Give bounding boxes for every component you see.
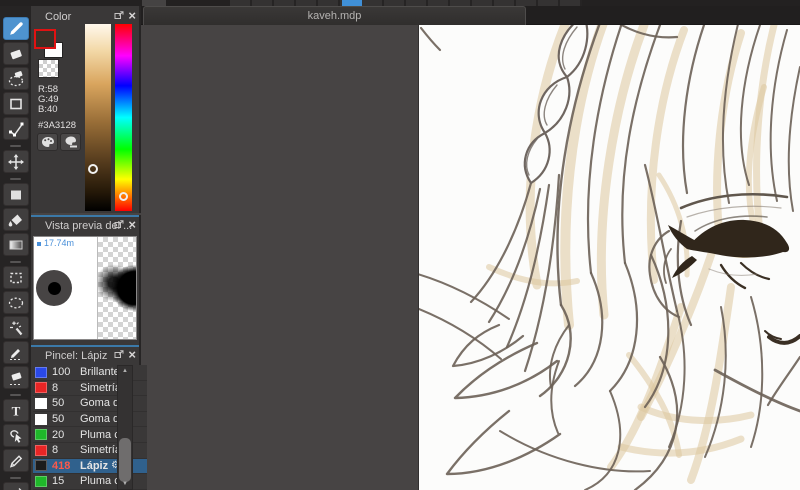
toolbar-separator (10, 394, 21, 396)
select-eraser-icon (10, 372, 22, 385)
brush-preview-area: 17.74m (33, 236, 137, 340)
artwork-sketch (419, 25, 800, 490)
close-icon[interactable]: × (128, 346, 136, 363)
brush-tip-preview: 17.74m (34, 237, 98, 339)
rgb-readout: R:58 G:49 B:40 (38, 85, 59, 115)
select-pen-icon (10, 348, 22, 360)
brush-panel-title: Pincel: Lápiz (45, 349, 108, 362)
popout-icon[interactable] (114, 11, 124, 20)
tool-rectangle-button[interactable] (3, 92, 29, 115)
tool-curve-button[interactable] (3, 117, 29, 140)
popout-icon[interactable] (114, 350, 124, 359)
close-icon[interactable]: × (128, 7, 136, 24)
brush-stroke-preview (98, 237, 136, 339)
hue-bar[interactable] (115, 24, 132, 211)
fill-rectangle-icon (11, 190, 21, 199)
tool-magic-wand-button[interactable] (3, 316, 29, 339)
palette-list-button[interactable] (60, 133, 81, 151)
brightness-indicator[interactable] (88, 164, 98, 174)
hue-indicator[interactable] (119, 192, 128, 201)
lasso-select-icon (8, 297, 24, 308)
hex-value: #3A3128 (38, 120, 77, 131)
brush-size-value: 17.74m (44, 238, 75, 248)
brush-color-swatch (35, 397, 47, 409)
tool-text-button[interactable]: T (3, 399, 29, 422)
tool-move-button[interactable] (3, 150, 29, 173)
tool-curve-pen-button[interactable] (3, 482, 29, 490)
svg-text:T: T (12, 403, 21, 418)
primary-color-swatch[interactable] (34, 29, 56, 49)
bucket-fill-icon (8, 214, 22, 226)
brush-color-swatch (35, 366, 47, 378)
brush-color-swatch (35, 460, 47, 472)
transparent-color-swatch[interactable] (38, 59, 59, 78)
lasso-eraser-icon (8, 70, 24, 86)
brush-preview-panel: Vista previa del ... × 17.74m (31, 215, 141, 345)
color-panel-title: Color (45, 10, 72, 23)
brush-color-swatch (35, 382, 47, 394)
toolbar-separator (10, 145, 21, 147)
brush-panel: Pincel: Lápiz × 100 Brillante 8 Simetría… (31, 345, 147, 490)
tool-gradient-button[interactable] (3, 233, 29, 256)
marquee-select-icon (10, 272, 22, 283)
brush-color-swatch (35, 444, 47, 456)
eraser-icon (10, 49, 22, 59)
gradient-icon (9, 240, 23, 249)
palette-list-icon (65, 136, 77, 148)
size-marker (37, 242, 41, 246)
toolbar-separator (10, 261, 21, 263)
tool-select-pen-button[interactable] (3, 341, 29, 364)
brush-tip-circle (36, 270, 72, 306)
document-tab-label: kaveh.mdp (307, 10, 362, 22)
text-icon: T (12, 403, 21, 418)
close-icon[interactable]: × (128, 216, 136, 233)
tool-eraser-button[interactable] (3, 42, 29, 65)
tool-lasso-eraser-button[interactable] (3, 67, 29, 90)
curve-control-icon (9, 122, 24, 136)
blue-value: B:40 (38, 104, 58, 115)
color-panel: Color × R:58 G:49 B:40 #3A3128 (31, 6, 141, 213)
brush-color-swatch (35, 413, 47, 425)
brush-icon (10, 21, 23, 35)
tool-select-eraser-button[interactable] (3, 366, 29, 389)
brush-color-swatch (35, 429, 47, 441)
brush-color-swatch (35, 475, 47, 487)
rectangle-icon (10, 98, 22, 109)
tool-column: T (0, 6, 31, 490)
toolbar-separator (10, 477, 21, 479)
popout-icon[interactable] (114, 220, 124, 229)
scroll-up-icon[interactable]: ▲ (118, 366, 132, 376)
palette-button[interactable] (37, 133, 58, 151)
tool-marquee-select-button[interactable] (3, 266, 29, 289)
scrollbar-thumb[interactable] (119, 438, 131, 482)
brightness-gradient-bar[interactable] (85, 24, 111, 211)
brush-list-scrollbar[interactable]: ▲ ▼ (117, 365, 133, 490)
document-tab[interactable]: kaveh.mdp (143, 6, 526, 25)
tool-brush-button[interactable] (3, 17, 29, 40)
object-select-icon (10, 429, 22, 443)
palette-icon (41, 137, 54, 147)
canvas[interactable] (419, 25, 800, 490)
magic-wand-icon (10, 321, 23, 335)
pen-icon (9, 454, 23, 468)
brush-tip-core (48, 282, 61, 295)
move-icon (8, 153, 24, 170)
brush-stroke-sample (98, 237, 136, 339)
curve-pen-icon (18, 487, 22, 490)
scroll-down-icon[interactable]: ▼ (118, 479, 132, 489)
toolbar-separator (10, 178, 21, 180)
tool-lasso-select-button[interactable] (3, 291, 29, 314)
tool-object-select-button[interactable] (3, 424, 29, 447)
tool-bucket-button[interactable] (3, 208, 29, 231)
tool-pen-button[interactable] (3, 449, 29, 472)
tool-fill-rectangle-button[interactable] (3, 183, 29, 206)
